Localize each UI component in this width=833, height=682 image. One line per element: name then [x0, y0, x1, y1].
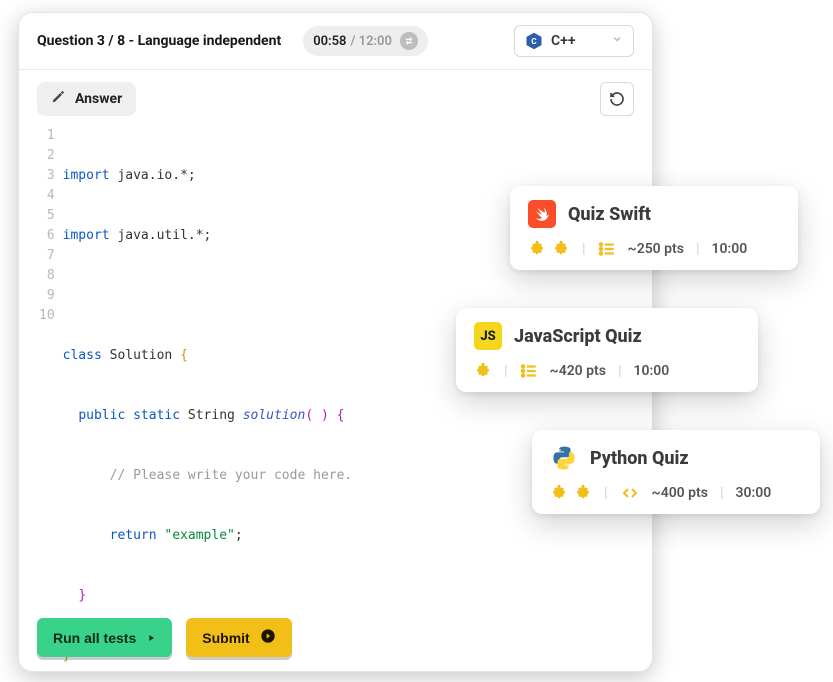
- language-select[interactable]: C C++: [514, 25, 634, 57]
- pencil-icon: [51, 90, 65, 108]
- panel-header: Question 3 / 8 - Language independent 00…: [37, 13, 634, 69]
- card-meta: | ~420 pts | 10:00: [474, 362, 740, 380]
- card-title: Quiz Swift: [568, 204, 651, 225]
- arrow-circle-icon: [260, 628, 276, 647]
- cpp-icon: C: [525, 32, 543, 50]
- card-time: 30:00: [735, 485, 771, 501]
- difficulty-icons: [528, 240, 570, 258]
- card-header: JS JavaScript Quiz: [474, 322, 740, 350]
- puzzle-icon: [474, 362, 492, 380]
- run-all-label: Run all tests: [53, 630, 136, 646]
- svg-text:C: C: [531, 37, 537, 47]
- difficulty-icons: [474, 362, 492, 380]
- puzzle-icon: [550, 484, 568, 502]
- answer-row: Answer: [37, 82, 634, 116]
- editor-gutter: 1 2 3 4 5 6 7 8 9 10: [37, 126, 55, 672]
- play-icon: [146, 633, 156, 643]
- swap-icon[interactable]: [400, 32, 418, 50]
- card-time: 10:00: [711, 241, 747, 257]
- answer-chip: Answer: [37, 82, 136, 116]
- quiz-card-python[interactable]: Python Quiz | ~400 pts | 30:00: [532, 430, 820, 514]
- python-icon: [550, 444, 578, 472]
- answer-label: Answer: [75, 91, 122, 107]
- swift-icon: [528, 200, 556, 228]
- timer-total: / 12:00: [350, 34, 391, 49]
- card-title: JavaScript Quiz: [514, 326, 642, 347]
- timer-elapsed: 00:58: [313, 34, 346, 49]
- puzzle-icon: [574, 484, 592, 502]
- run-all-button[interactable]: Run all tests: [37, 618, 172, 657]
- card-header: Python Quiz: [550, 444, 802, 472]
- list-icon: [598, 240, 616, 258]
- language-label: C++: [551, 33, 576, 49]
- list-icon: [520, 362, 538, 380]
- card-meta: | ~250 pts | 10:00: [528, 240, 780, 258]
- code-icon: [620, 485, 640, 501]
- card-points: ~400 pts: [652, 485, 708, 501]
- javascript-icon: JS: [474, 322, 502, 350]
- card-points: ~250 pts: [628, 241, 684, 257]
- question-title: Question 3 / 8 - Language independent: [37, 33, 281, 49]
- card-header: Quiz Swift: [528, 200, 780, 228]
- quiz-card-swift[interactable]: Quiz Swift | ~250 pts | 10:00: [510, 186, 798, 270]
- card-meta: | ~400 pts | 30:00: [550, 484, 802, 502]
- card-time: 10:00: [633, 363, 669, 379]
- submit-button[interactable]: Submit: [186, 618, 291, 657]
- reset-button[interactable]: [600, 82, 634, 116]
- timer: 00:58 / 12:00: [303, 26, 428, 56]
- reset-icon: [609, 91, 625, 107]
- footer-actions: Run all tests Submit: [37, 618, 292, 657]
- submit-label: Submit: [202, 630, 249, 646]
- card-points: ~420 pts: [550, 363, 606, 379]
- header-divider: [19, 69, 652, 70]
- puzzle-icon: [528, 240, 546, 258]
- difficulty-icons: [550, 484, 592, 502]
- chevron-down-icon: [611, 33, 623, 49]
- quiz-card-js[interactable]: JS JavaScript Quiz | ~420 pts | 10:00: [456, 308, 758, 392]
- card-title: Python Quiz: [590, 448, 689, 469]
- puzzle-icon: [552, 240, 570, 258]
